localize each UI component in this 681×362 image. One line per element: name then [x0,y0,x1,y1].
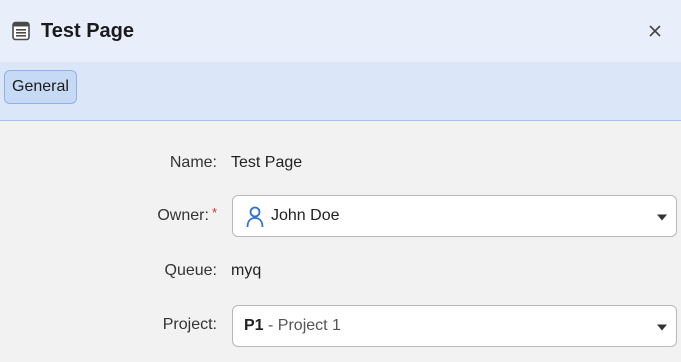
chevron-down-icon [657,214,667,221]
dialog-title: Test Page [41,20,134,42]
chevron-down-icon [657,324,667,331]
owner-select[interactable]: John Doe [232,195,677,237]
dialog-titlebar: Test Page [0,0,681,62]
name-value: Test Page [231,154,303,171]
page-icon [12,21,30,41]
project-separator: - [263,317,278,334]
queue-label: Queue: [164,262,217,279]
project-code: P1 [244,317,264,334]
project-name: Project 1 [277,317,341,334]
close-button[interactable] [642,18,668,44]
project-value: P1 - Project 1 [244,316,341,336]
user-icon [246,206,264,228]
project-label: Project: [162,316,217,333]
project-select[interactable]: P1 - Project 1 [232,305,677,347]
close-icon [649,25,661,37]
tab-bar: General [0,62,681,121]
name-label: Name: [169,154,217,171]
owner-label: Owner: * [157,205,217,226]
queue-value: myq [231,262,262,279]
tab-general[interactable]: General [4,70,77,104]
general-form: Name: Test Page Owner: * John Doe Queue: … [0,121,681,362]
required-marker: * [211,205,217,220]
owner-label-text: Owner: [157,207,209,224]
owner-value: John Doe [271,207,340,224]
